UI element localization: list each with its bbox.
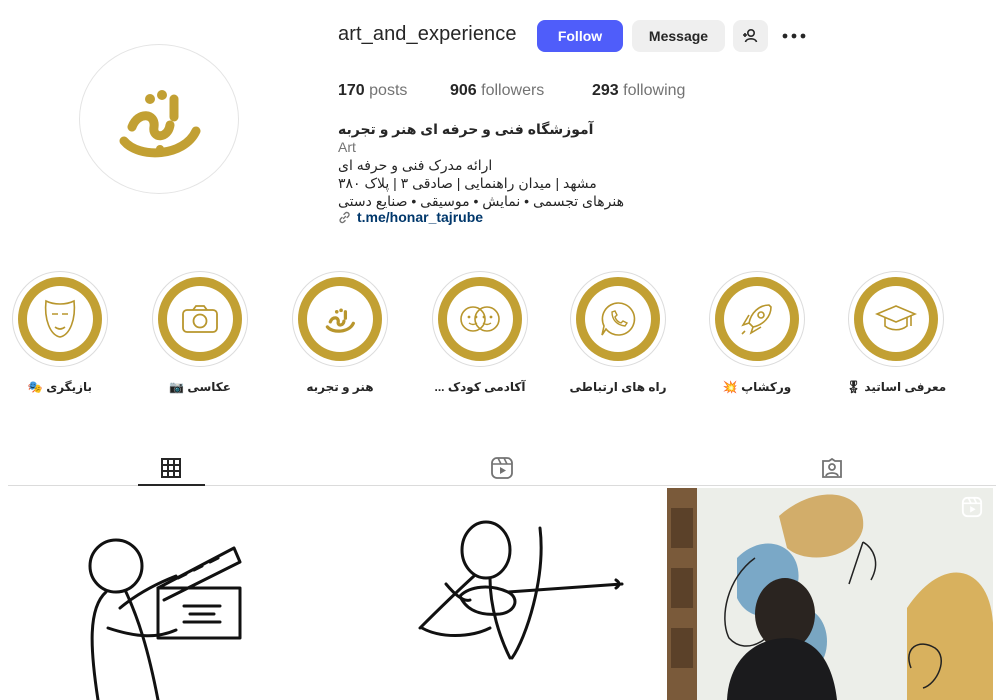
mask-icon: [44, 299, 76, 338]
reels-icon: [491, 457, 513, 479]
highlight-label: بازیگری 🎭: [27, 380, 93, 394]
bio-line: مشهد | میدان راهنمایی | صادقی ۳ | پلاک ۳…: [338, 175, 597, 191]
add-user-icon: [742, 28, 757, 43]
logo-icon: [325, 308, 355, 333]
followers-count-label: followers: [481, 82, 545, 99]
reels-icon: [961, 496, 983, 518]
reel-indicator: [961, 496, 983, 523]
more-icon: [782, 33, 806, 39]
rocket-icon: [741, 304, 772, 335]
brand-logo: [119, 90, 201, 158]
classroom-photo: [667, 488, 993, 700]
highlight-label: هنر و تجربه: [306, 380, 374, 394]
graduation-cap-icon: [875, 305, 917, 331]
violinist-illustration: [418, 520, 624, 660]
followers-count[interactable]: 906 followers: [450, 82, 544, 100]
tab-posts[interactable]: [138, 450, 204, 486]
highlight-label: معرفی اساتید 🎖: [845, 380, 947, 394]
highlight-label: آکادمی کودک ...: [434, 380, 526, 394]
highlight-cover: [709, 271, 805, 367]
following-count-label: following: [623, 82, 686, 99]
following-count[interactable]: 293 following: [592, 82, 685, 100]
suggest-user-button[interactable]: [733, 20, 768, 52]
profile-avatar[interactable]: [79, 44, 239, 194]
profile-full-name: آموزشگاه فنی و حرفه ای هنر و تجربه: [338, 121, 594, 137]
highlight-cover: [570, 271, 666, 367]
highlight-item[interactable]: راه های ارتباطی: [558, 271, 678, 394]
follow-button[interactable]: Follow: [537, 20, 623, 52]
highlight-item[interactable]: ورکشاپ 💥: [697, 271, 817, 394]
highlight-item[interactable]: معرفی اساتید 🎖: [836, 271, 956, 394]
post-thumbnail[interactable]: [667, 488, 993, 700]
highlight-item[interactable]: بازیگری 🎭: [0, 271, 120, 394]
profile-category: Art: [338, 139, 356, 155]
highlight-cover: [292, 271, 388, 367]
posts-count-label: posts: [369, 82, 408, 99]
post-thumbnail[interactable]: [340, 488, 664, 700]
post-thumbnail[interactable]: [8, 488, 336, 700]
highlight-cover: [12, 271, 108, 367]
posts-count: 170 posts: [338, 82, 407, 100]
posts-count-value: 170: [338, 82, 365, 99]
followers-count-value: 906: [450, 82, 477, 99]
bio-link[interactable]: t.me/honar_tajrube: [338, 208, 483, 226]
highlight-label: ورکشاپ 💥: [722, 380, 792, 394]
bio-line: ارائه مدرک فنی و حرفه ای: [338, 157, 493, 173]
bio-link-text: t.me/honar_tajrube: [357, 209, 484, 225]
camera-icon: [182, 305, 218, 333]
highlight-item[interactable]: عکاسی 📷: [140, 271, 260, 394]
link-icon: [339, 211, 350, 223]
highlight-cover: [848, 271, 944, 367]
highlight-label: عکاسی 📷: [169, 380, 231, 394]
more-options-button[interactable]: [776, 20, 812, 52]
clapperboard-illustration: [88, 538, 242, 700]
tab-reels[interactable]: [469, 450, 535, 486]
following-count-value: 293: [592, 82, 619, 99]
profile-username: art_and_experience: [338, 23, 517, 45]
highlight-item[interactable]: آکادمی کودک ...: [420, 271, 540, 394]
highlight-item[interactable]: هنر و تجربه: [280, 271, 400, 394]
grid-icon: [161, 458, 181, 478]
highlight-label: راه های ارتباطی: [569, 380, 667, 394]
highlight-cover: [432, 271, 528, 367]
phone-icon: [601, 302, 636, 336]
kids-icon: [460, 306, 500, 332]
tab-tagged[interactable]: [799, 450, 865, 486]
tagged-icon: [822, 457, 842, 478]
highlight-cover: [152, 271, 248, 367]
message-button[interactable]: Message: [632, 20, 725, 52]
